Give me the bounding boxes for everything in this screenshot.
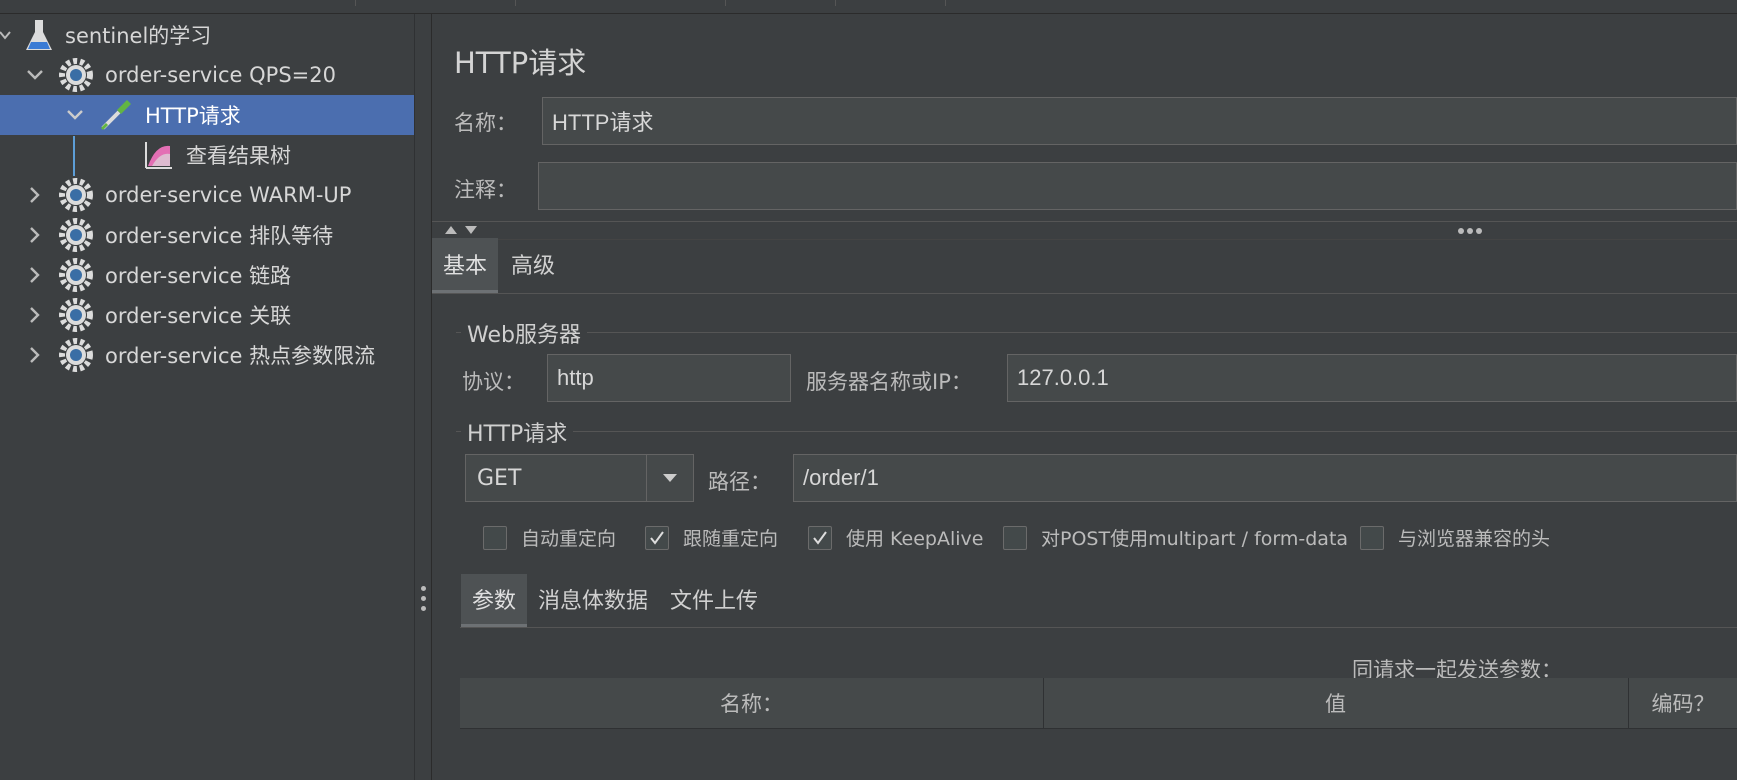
- group-border: [456, 431, 1737, 432]
- name-field[interactable]: [542, 97, 1737, 145]
- gear-icon: [59, 338, 93, 372]
- method-select[interactable]: GET: [465, 454, 694, 502]
- auto-redirect-checkbox[interactable]: 自动重定向: [483, 524, 616, 551]
- gear-icon: [59, 298, 93, 332]
- divider: [432, 221, 1737, 222]
- tab-file-upload[interactable]: 文件上传: [662, 574, 766, 624]
- method-value: GET: [477, 465, 522, 491]
- tab-body-data[interactable]: 消息体数据: [532, 574, 654, 624]
- top-toolbar-strip: [0, 0, 1737, 14]
- chevron-right-icon[interactable]: [24, 224, 46, 246]
- tree-item-label: order-service 排队等待: [105, 224, 334, 248]
- name-label: 名称：: [454, 111, 517, 135]
- chevron-right-icon[interactable]: [24, 184, 46, 206]
- tree-item-http-request[interactable]: HTTP请求: [0, 95, 414, 135]
- server-field[interactable]: [1007, 354, 1737, 402]
- keepalive-checkbox[interactable]: 使用 KeepAlive: [808, 524, 983, 551]
- tab-advanced[interactable]: 高级: [498, 238, 568, 290]
- path-label: 路径：: [708, 470, 771, 494]
- column-header-encode[interactable]: 编码？: [1629, 678, 1737, 728]
- tree-item-label: sentinel的学习: [65, 24, 212, 48]
- checkbox-label: 自动重定向: [521, 528, 617, 550]
- server-label: 服务器名称或IP：: [806, 370, 972, 394]
- checkbox-box[interactable]: [483, 525, 507, 550]
- tree-item-thread-group-qps[interactable]: order-service QPS=20: [0, 55, 414, 95]
- chevron-right-icon[interactable]: [24, 344, 46, 366]
- group-border: [456, 332, 1737, 333]
- tree-item-thread-group-chain[interactable]: order-service 链路: [0, 255, 414, 295]
- checkbox-box[interactable]: [1003, 525, 1027, 550]
- params-table-header: 名称： 值 编码？: [460, 678, 1737, 729]
- tab-basic[interactable]: 基本: [432, 238, 498, 294]
- tree-item-result-tree[interactable]: 查看结果树: [0, 135, 414, 175]
- checkbox-label: 跟随重定向: [683, 528, 779, 550]
- tree-item-thread-group-hotspot[interactable]: order-service 热点参数限流: [0, 335, 414, 375]
- follow-redirect-checkbox[interactable]: 跟随重定向: [645, 524, 778, 551]
- checkbox-label: 对POST使用multipart / form-data: [1041, 528, 1349, 550]
- chevron-down-icon[interactable]: [0, 24, 16, 46]
- tree-item-label: order-service 链路: [105, 264, 292, 288]
- collapse-down-icon[interactable]: [465, 226, 477, 234]
- column-header-value[interactable]: 值: [1044, 678, 1627, 728]
- multipart-checkbox[interactable]: 对POST使用multipart / form-data: [1003, 524, 1348, 551]
- http-request-group-title: HTTP请求: [461, 416, 574, 448]
- checkmark-icon[interactable]: [808, 525, 832, 550]
- checkmark-icon[interactable]: [645, 525, 669, 550]
- test-plan-tree: sentinel的学习 order-service QPS=20 HTTP请求 …: [0, 14, 414, 780]
- collapse-up-icon[interactable]: [445, 226, 457, 234]
- chevron-down-icon[interactable]: [64, 104, 86, 126]
- pipette-icon: [99, 98, 133, 132]
- tree-item-thread-group-queue[interactable]: order-service 排队等待: [0, 215, 414, 255]
- split-pane-divider[interactable]: [415, 14, 432, 780]
- tree-item-label: order-service QPS=20: [105, 63, 336, 87]
- comment-label: 注释：: [454, 178, 517, 202]
- comment-field[interactable]: [538, 162, 1737, 210]
- page-title: HTTP请求: [454, 46, 587, 80]
- column-header-name[interactable]: 名称：: [460, 678, 1043, 728]
- tree-item-label: order-service WARM-UP: [105, 183, 352, 207]
- tree-item-thread-group-warmup[interactable]: order-service WARM-UP: [0, 175, 414, 215]
- http-request-panel: HTTP请求 名称： 注释： 基本 高级 Web服务器 协议： 服务器名称或IP…: [432, 14, 1737, 780]
- tab-underline: [432, 293, 1737, 294]
- tree-item-label: HTTP请求: [145, 104, 241, 128]
- protocol-label: 协议：: [462, 370, 525, 394]
- tree-item-label: order-service 关联: [105, 304, 292, 328]
- chevron-right-icon[interactable]: [24, 304, 46, 326]
- checkbox-label: 与浏览器兼容的头: [1398, 528, 1551, 550]
- more-dots-icon[interactable]: [1458, 228, 1482, 234]
- gear-icon: [59, 258, 93, 292]
- checkbox-label: 使用 KeepAlive: [846, 528, 984, 550]
- flask-icon: [22, 18, 56, 52]
- gear-icon: [59, 58, 93, 92]
- subtab-underline: [460, 627, 1737, 628]
- tree-item-label: order-service 热点参数限流: [105, 344, 376, 368]
- tab-parameters[interactable]: 参数: [461, 574, 527, 628]
- checkbox-box[interactable]: [1360, 525, 1384, 550]
- tree-item-test-plan[interactable]: sentinel的学习: [0, 15, 414, 55]
- gear-icon: [59, 218, 93, 252]
- dropdown-arrow-icon[interactable]: [646, 455, 693, 501]
- browser-headers-checkbox[interactable]: 与浏览器兼容的头: [1360, 524, 1550, 551]
- tree-item-thread-group-related[interactable]: order-service 关联: [0, 295, 414, 335]
- tree-item-label: 查看结果树: [186, 144, 291, 168]
- chart-icon: [142, 138, 176, 172]
- protocol-field[interactable]: [547, 354, 791, 402]
- path-field[interactable]: [793, 454, 1737, 502]
- web-server-group-title: Web服务器: [461, 317, 587, 349]
- chevron-down-icon[interactable]: [24, 64, 46, 86]
- gear-icon: [59, 178, 93, 212]
- chevron-right-icon[interactable]: [24, 264, 46, 286]
- divider: [432, 239, 1737, 240]
